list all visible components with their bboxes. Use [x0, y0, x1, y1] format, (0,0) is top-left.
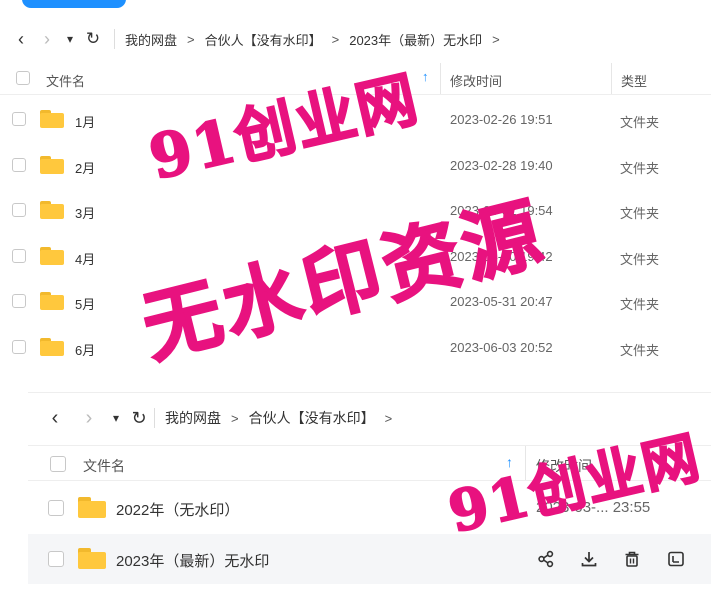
- folder-icon: [40, 246, 64, 265]
- file-name[interactable]: 4月: [75, 249, 95, 268]
- forward-button[interactable]: ›: [34, 26, 60, 52]
- row-checkbox[interactable]: [48, 500, 64, 516]
- breadcrumb-separator: >: [231, 410, 239, 426]
- delete-icon[interactable]: [621, 548, 643, 570]
- download-icon[interactable]: [578, 548, 600, 570]
- select-all-checkbox[interactable]: [16, 71, 30, 85]
- nav-bar: ‹ › ▾ ↻ 我的网盘 > 合伙人【没有水印】 > 2023年（最新）无水印 …: [8, 22, 510, 56]
- nav-bar: ‹ › ▾ ↻ 我的网盘 > 合伙人【没有水印】 >: [42, 401, 402, 435]
- history-dropdown-icon[interactable]: ▾: [106, 405, 126, 431]
- folder-icon: [78, 548, 106, 569]
- file-name[interactable]: 2月: [75, 158, 95, 177]
- history-dropdown-icon[interactable]: ▾: [60, 26, 80, 52]
- file-type: 文件夹: [620, 343, 660, 358]
- column-header-type[interactable]: 类型: [621, 71, 647, 90]
- breadcrumb-separator: >: [187, 31, 195, 47]
- share-icon[interactable]: [535, 548, 557, 570]
- forward-button[interactable]: ›: [76, 405, 102, 431]
- breadcrumb-separator: >: [331, 31, 340, 47]
- back-button[interactable]: ‹: [42, 405, 68, 431]
- file-type: 文件夹: [620, 251, 660, 267]
- row-checkbox[interactable]: [12, 203, 26, 218]
- modified-time: 2023-06-03 20:52: [450, 340, 553, 355]
- file-type: 文件夹: [620, 206, 660, 222]
- folder-icon: [40, 110, 64, 128]
- refresh-button[interactable]: ↻: [80, 26, 106, 52]
- folder-icon: [78, 497, 106, 518]
- column-divider[interactable]: [611, 63, 612, 94]
- file-name[interactable]: 2023年（最新）无水印: [116, 550, 269, 571]
- file-name[interactable]: 1月: [75, 112, 95, 131]
- column-header-modified[interactable]: 修改时间: [450, 71, 502, 90]
- back-button[interactable]: ‹: [8, 26, 34, 52]
- more-actions-icon[interactable]: [665, 548, 687, 570]
- breadcrumb-item-my-drive[interactable]: 我的网盘: [125, 30, 177, 49]
- row-checkbox[interactable]: [48, 551, 64, 567]
- breadcrumb-separator: >: [384, 410, 393, 426]
- file-type: 文件夹: [620, 160, 660, 176]
- folder-icon: [40, 292, 64, 311]
- bottom-strip: [0, 585, 711, 602]
- modified-time: 2023-02-28 19:40: [450, 157, 553, 173]
- list-item[interactable]: 6月 2023-06-03 20:52 文件夹: [0, 325, 711, 370]
- column-header-name[interactable]: 文件名: [46, 71, 85, 90]
- folder-icon: [40, 201, 64, 220]
- breadcrumb-item-my-drive[interactable]: 我的网盘: [165, 408, 221, 428]
- nav-separator: [154, 408, 155, 428]
- folder-icon: [40, 155, 64, 174]
- file-name[interactable]: 3月: [75, 203, 95, 222]
- breadcrumb-item-partner[interactable]: 合伙人【没有水印】: [205, 30, 322, 49]
- file-name[interactable]: 5月: [75, 294, 95, 313]
- modified-time: 2023-02-26 19:51: [450, 112, 553, 127]
- row-checkbox[interactable]: [12, 340, 26, 354]
- select-all-checkbox[interactable]: [50, 456, 66, 472]
- file-type: 文件夹: [620, 297, 660, 313]
- file-name[interactable]: 2022年（无水印）: [116, 499, 239, 520]
- breadcrumb-item-2023[interactable]: 2023年（最新）无水印: [349, 30, 482, 49]
- refresh-button[interactable]: ↻: [126, 405, 152, 431]
- file-name[interactable]: 6月: [75, 340, 95, 359]
- row-checkbox[interactable]: [12, 112, 26, 126]
- nav-separator: [114, 29, 115, 49]
- file-type: 文件夹: [620, 115, 660, 130]
- breadcrumb-item-partner[interactable]: 合伙人【没有水印】: [249, 408, 375, 428]
- breadcrumb: 我的网盘 > 合伙人【没有水印】 >: [165, 408, 402, 428]
- column-divider[interactable]: [440, 63, 441, 94]
- column-header-name[interactable]: 文件名: [83, 456, 125, 476]
- list-item[interactable]: 2023年（最新）无水印: [28, 534, 711, 584]
- breadcrumb: 我的网盘 > 合伙人【没有水印】 > 2023年（最新）无水印 >: [125, 30, 510, 49]
- row-checkbox[interactable]: [12, 294, 26, 309]
- sort-arrow-icon[interactable]: ↑: [422, 69, 429, 84]
- folder-icon: [40, 338, 64, 356]
- row-checkbox[interactable]: [12, 157, 26, 172]
- row-checkbox[interactable]: [12, 248, 26, 263]
- breadcrumb-separator: >: [492, 31, 500, 47]
